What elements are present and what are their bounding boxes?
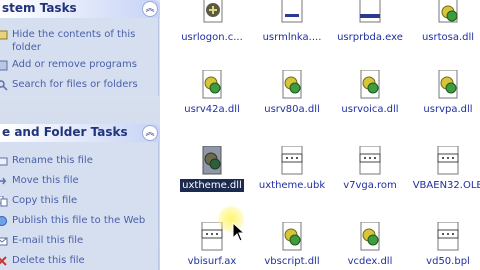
file-name: vcdex.dll — [347, 256, 393, 267]
file-icon — [437, 146, 459, 175]
file-name: usrvoica.dll — [341, 104, 399, 115]
file-name: usrv80a.dll — [264, 104, 320, 115]
task-delete[interactable]: Delete this file — [0, 254, 150, 270]
task-rename[interactable]: Rename this file — [0, 154, 150, 170]
dll-icon — [438, 70, 458, 99]
file-vbaen32[interactable]: VBAEN32.OLB — [408, 146, 480, 206]
collapse-icon[interactable]: ︽ — [142, 125, 158, 141]
delete-icon — [0, 256, 7, 266]
task-pane: stem Tasks ︽ Hide the contents of this f… — [0, 0, 160, 270]
rename-icon — [0, 157, 8, 166]
file-usrtosa[interactable]: usrtosa.dll — [408, 0, 480, 60]
task-search[interactable]: Search for files or folders — [0, 78, 150, 94]
file-name: vbisurf.ax — [187, 256, 237, 267]
dll-icon — [202, 70, 222, 99]
file-name: usrtosa.dll — [421, 32, 475, 43]
file-name: usrmlnka.... — [262, 32, 322, 43]
file-name: uxtheme.dll — [180, 179, 244, 192]
task-publish[interactable]: Publish this file to the Web — [0, 214, 150, 230]
file-name: vbscript.dll — [264, 256, 320, 267]
dll-icon — [438, 0, 458, 23]
explorer-window: stem Tasks ︽ Hide the contents of this f… — [0, 0, 480, 270]
file-uxtheme-dll[interactable]: uxtheme.dll — [172, 146, 252, 206]
file-folder-tasks-header[interactable]: e and Folder Tasks ︽ — [0, 124, 160, 142]
file-usrv80a[interactable]: usrv80a.dll — [252, 70, 332, 130]
task-move[interactable]: Move this file — [0, 174, 150, 190]
file-uxtheme-ubk[interactable]: uxtheme.ubk — [252, 146, 332, 206]
file-icon — [281, 0, 303, 23]
publish-icon — [0, 216, 7, 226]
file-name: v7vga.rom — [343, 180, 397, 191]
exe-icon — [359, 0, 381, 23]
copy-icon — [0, 196, 8, 207]
file-v7vga[interactable]: v7vga.rom — [330, 146, 410, 206]
file-name: VBAEN32.OLB — [412, 180, 480, 191]
dll-icon — [202, 146, 222, 175]
file-usrv42a[interactable]: usrv42a.dll — [172, 70, 252, 130]
file-name: usrvpa.dll — [423, 104, 473, 115]
mouse-cursor-icon — [232, 222, 246, 242]
file-name: uxtheme.ubk — [258, 180, 326, 191]
file-name: vd50.bpl — [426, 256, 470, 267]
collapse-icon[interactable]: ︽ — [142, 1, 158, 17]
file-usrprbda[interactable]: usrprbda.exe — [330, 0, 410, 60]
task-add-remove-programs[interactable]: Add or remove programs — [0, 58, 150, 74]
file-vbscript[interactable]: vbscript.dll — [252, 222, 332, 270]
file-usrmlnka[interactable]: usrmlnka.... — [252, 0, 332, 60]
file-name: usrv42a.dll — [184, 104, 240, 115]
file-usrlogon[interactable]: usrlogon.c... — [172, 0, 252, 60]
task-email[interactable]: E-mail this file — [0, 234, 150, 250]
move-icon — [0, 177, 7, 185]
system-tasks-header[interactable]: stem Tasks ︽ — [0, 0, 160, 18]
file-usrvpa[interactable]: usrvpa.dll — [408, 70, 480, 130]
system-tasks-title: stem Tasks — [2, 1, 77, 15]
add-remove-icon — [0, 60, 8, 71]
task-copy[interactable]: Copy this file — [0, 194, 150, 210]
task-hide-contents-line2[interactable]: folder — [0, 41, 150, 57]
file-vcdex[interactable]: vcdex.dll — [330, 222, 410, 270]
file-icon — [437, 222, 459, 251]
file-icon — [359, 146, 381, 175]
file-name: usrprbda.exe — [337, 32, 403, 43]
dll-icon — [360, 70, 380, 99]
file-vd50[interactable]: vd50.bpl — [408, 222, 480, 270]
email-icon — [0, 237, 8, 246]
cmd-script-icon — [203, 0, 223, 23]
dll-icon — [282, 70, 302, 99]
file-folder-tasks-title: e and Folder Tasks — [2, 125, 128, 139]
dll-icon — [360, 222, 380, 251]
file-name: usrlogon.c... — [181, 32, 243, 43]
file-icon — [281, 146, 303, 175]
file-usrvoica[interactable]: usrvoica.dll — [330, 70, 410, 130]
search-icon — [0, 80, 8, 91]
dll-icon — [282, 222, 302, 251]
hide-icon — [0, 30, 8, 40]
